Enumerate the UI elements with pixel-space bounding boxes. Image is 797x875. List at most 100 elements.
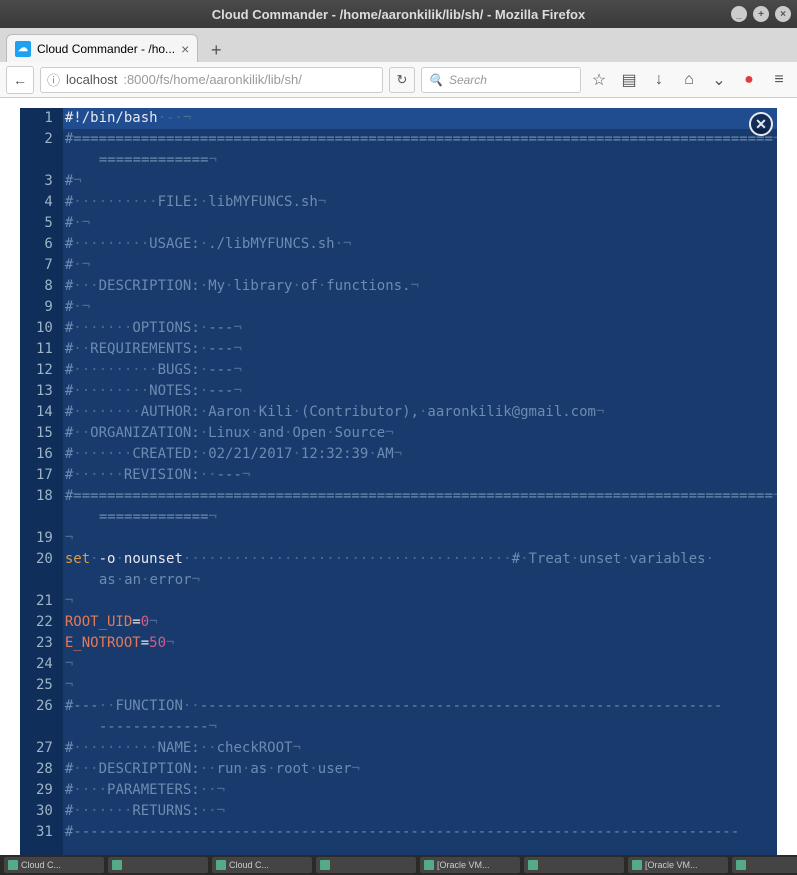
code-line[interactable]: E_NOTROOT=50¬: [63, 633, 777, 654]
code-line[interactable]: #···DESCRIPTION:·My·library·of·functions…: [63, 276, 777, 297]
taskbar-item[interactable]: Cloud C...: [212, 857, 312, 873]
code-line[interactable]: #·········USAGE:·./libMYFUNCS.sh·¬: [63, 234, 777, 255]
reload-button[interactable]: ↻: [389, 67, 415, 93]
tab-close-icon[interactable]: ×: [181, 41, 189, 57]
url-input[interactable]: ⓘ localhost:8000/fs/home/aaronkilik/lib/…: [40, 67, 383, 93]
code-line[interactable]: #··········BUGS:·---¬: [63, 360, 777, 381]
taskbar-item[interactable]: [Oracle VM...: [420, 857, 520, 873]
page-content: ✕ 12345678910111213141516171819202122232…: [0, 98, 797, 855]
os-taskbar: Cloud C... Cloud C... [Oracle VM... [Oracle…: [0, 855, 797, 875]
code-line[interactable]: #!/bin/bash·-·¬: [63, 108, 777, 129]
line-number: 26: [34, 696, 53, 717]
code-line[interactable]: ROOT_UID=0¬: [63, 612, 777, 633]
code-line[interactable]: #·······OPTIONS:·---¬: [63, 318, 777, 339]
pocket-icon[interactable]: ⌄: [707, 68, 731, 92]
line-number: 12: [34, 360, 53, 381]
taskbar-item[interactable]: [108, 857, 208, 873]
line-number: 25: [34, 675, 53, 696]
code-line-wrap[interactable]: =============¬: [63, 150, 777, 171]
line-number: 19: [34, 528, 53, 549]
line-number: 27: [34, 738, 53, 759]
search-icon: 🔍: [428, 73, 443, 87]
code-line[interactable]: #········AUTHOR:·Aaron·Kili·(Contributor…: [63, 402, 777, 423]
line-number: 18: [34, 486, 53, 507]
minimize-button[interactable]: _: [731, 6, 747, 22]
code-line[interactable]: ¬: [63, 654, 777, 675]
taskbar-app-icon: [424, 860, 434, 870]
code-line[interactable]: set·-o·nounset··························…: [63, 549, 777, 570]
tab-title: Cloud Commander - /ho...: [37, 42, 175, 56]
code-line[interactable]: #=======================================…: [63, 486, 777, 507]
maximize-button[interactable]: +: [753, 6, 769, 22]
code-line[interactable]: #··········NAME:··checkROOT¬: [63, 738, 777, 759]
line-number: 2: [34, 129, 53, 150]
tab-favicon-icon: ☁: [15, 41, 31, 57]
taskbar-app-icon: [320, 860, 330, 870]
line-number: 31: [34, 822, 53, 843]
code-area[interactable]: #!/bin/bash·-·¬#========================…: [63, 108, 777, 855]
taskbar-app-icon: [736, 860, 746, 870]
taskbar-item[interactable]: [Oracle VM...: [628, 857, 728, 873]
downloads-icon[interactable]: ↓: [647, 68, 671, 92]
line-number: 24: [34, 654, 53, 675]
titlebar: Cloud Commander - /home/aaronkilik/lib/s…: [0, 0, 797, 28]
taskbar-item[interactable]: Cloud C...: [4, 857, 104, 873]
code-line[interactable]: #··REQUIREMENTS:·---¬: [63, 339, 777, 360]
taskbar-item-label: Cloud C...: [229, 860, 269, 870]
taskbar-item-label: [Oracle VM...: [437, 860, 490, 870]
code-editor[interactable]: 1234567891011121314151617181920212223242…: [20, 108, 777, 855]
line-number: 20: [34, 549, 53, 570]
code-line[interactable]: #···DESCRIPTION:··run·as·root·user¬: [63, 759, 777, 780]
taskbar-app-icon: [112, 860, 122, 870]
line-number: 3: [34, 171, 53, 192]
code-line[interactable]: #---------------------------------------…: [63, 822, 777, 843]
code-line[interactable]: #····PARAMETERS:··¬: [63, 780, 777, 801]
viewer-close-button[interactable]: ✕: [749, 112, 773, 136]
line-number: 17: [34, 465, 53, 486]
taskbar-item-label: [Oracle VM...: [645, 860, 698, 870]
taskbar-item[interactable]: [316, 857, 416, 873]
pinterest-icon[interactable]: ●: [737, 68, 761, 92]
url-toolbar: ← ⓘ localhost:8000/fs/home/aaronkilik/li…: [0, 62, 797, 98]
code-line[interactable]: #---··FUNCTION··------------------------…: [63, 696, 777, 717]
code-line-wrap[interactable]: as·an·error¬: [63, 570, 777, 591]
code-line[interactable]: ¬: [63, 528, 777, 549]
close-button[interactable]: ×: [775, 6, 791, 22]
reader-view-icon[interactable]: ▤: [617, 68, 641, 92]
line-number: 13: [34, 381, 53, 402]
code-line[interactable]: #·······CREATED:·02/21/2017·12:32:39·AM¬: [63, 444, 777, 465]
code-line[interactable]: #·······RETURNS:··¬: [63, 801, 777, 822]
line-number: 29: [34, 780, 53, 801]
home-icon[interactable]: ⌂: [677, 68, 701, 92]
site-info-icon[interactable]: ⓘ: [47, 70, 60, 89]
code-line[interactable]: ¬: [63, 591, 777, 612]
code-line[interactable]: #·¬: [63, 297, 777, 318]
taskbar-app-icon: [8, 860, 18, 870]
menu-icon[interactable]: ≡: [767, 68, 791, 92]
code-line[interactable]: #··ORGANIZATION:·Linux·and·Open·Source¬: [63, 423, 777, 444]
code-line[interactable]: #·¬: [63, 255, 777, 276]
line-number: 16: [34, 444, 53, 465]
line-number-wrap: [34, 570, 53, 591]
code-line[interactable]: #······REVISION:··---¬: [63, 465, 777, 486]
browser-tab[interactable]: ☁ Cloud Commander - /ho... ×: [6, 34, 198, 62]
code-line[interactable]: #¬: [63, 171, 777, 192]
taskbar-item[interactable]: [524, 857, 624, 873]
bookmark-star-icon[interactable]: ☆: [587, 68, 611, 92]
code-line[interactable]: #··········FILE:·libMYFUNCS.sh¬: [63, 192, 777, 213]
code-line[interactable]: ¬: [63, 675, 777, 696]
back-button[interactable]: ←: [6, 66, 34, 94]
url-host: localhost: [66, 72, 117, 87]
code-line[interactable]: #·¬: [63, 213, 777, 234]
code-line[interactable]: #=======================================…: [63, 129, 777, 150]
taskbar-item-label: Cloud C...: [21, 860, 61, 870]
taskbar-app-icon: [216, 860, 226, 870]
line-number: 10: [34, 318, 53, 339]
taskbar-item[interactable]: [732, 857, 797, 873]
new-tab-button[interactable]: +: [202, 38, 230, 62]
line-number: 4: [34, 192, 53, 213]
code-line-wrap[interactable]: =============¬: [63, 507, 777, 528]
search-input[interactable]: 🔍 Search: [421, 67, 581, 93]
code-line[interactable]: #·········NOTES:·---¬: [63, 381, 777, 402]
code-line-wrap[interactable]: -------------¬: [63, 717, 777, 738]
